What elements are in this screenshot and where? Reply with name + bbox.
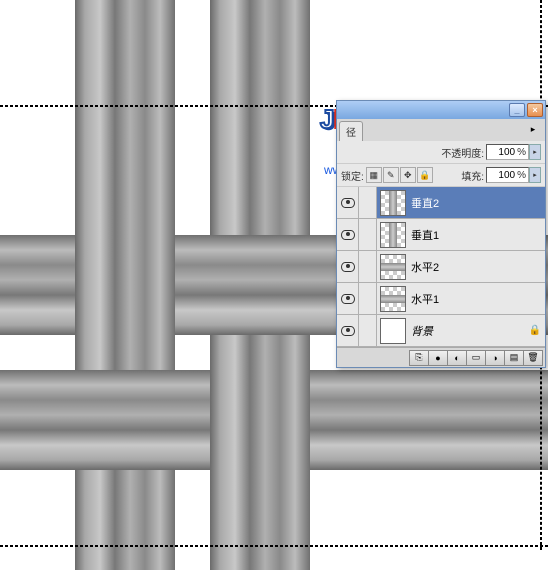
eye-icon bbox=[341, 326, 355, 336]
layer-name[interactable]: 垂直2 bbox=[409, 195, 545, 211]
fill-value[interactable] bbox=[487, 170, 517, 181]
opacity-label: 不透明度: bbox=[441, 145, 484, 160]
layer-list: 垂直2 垂直1 水平2 水平1 背景 🔒 bbox=[337, 187, 545, 347]
layer-name[interactable]: 水平2 bbox=[409, 259, 545, 275]
pipe-vertical-1 bbox=[75, 0, 175, 570]
panel-tabs: 径 ▸ bbox=[337, 119, 545, 141]
pipe-weave-1 bbox=[190, 235, 330, 335]
lock-icon: 🔒 bbox=[525, 325, 545, 336]
layer-row[interactable]: 垂直1 bbox=[337, 219, 545, 251]
visibility-toggle[interactable] bbox=[337, 251, 359, 282]
opacity-slider-button[interactable]: ▸ bbox=[529, 144, 541, 160]
opacity-row: 不透明度: % ▸ bbox=[337, 141, 545, 164]
layer-row[interactable]: 水平2 bbox=[337, 251, 545, 283]
new-layer-button[interactable]: ▤ bbox=[504, 350, 524, 366]
visibility-toggle[interactable] bbox=[337, 219, 359, 250]
link-column[interactable] bbox=[359, 251, 377, 282]
lock-position-icon[interactable]: ✥ bbox=[400, 167, 416, 183]
fill-slider-button[interactable]: ▸ bbox=[529, 167, 541, 183]
layer-name[interactable]: 垂直1 bbox=[409, 227, 545, 243]
adjustment-layer-button[interactable]: ◑ bbox=[485, 350, 505, 366]
layer-style-button[interactable]: ● bbox=[428, 350, 448, 366]
layer-name[interactable]: 水平1 bbox=[409, 291, 545, 307]
delete-layer-button[interactable]: 🗑 bbox=[523, 350, 543, 366]
link-column[interactable] bbox=[359, 187, 377, 218]
link-layers-button[interactable]: ⎘ bbox=[409, 350, 429, 366]
link-column[interactable] bbox=[359, 315, 377, 346]
lock-row: 锁定: ▦ ✎ ✥ 🔒 填充: % ▸ bbox=[337, 164, 545, 187]
panel-footer: ⎘ ● ◐ ▭ ◑ ▤ 🗑 bbox=[337, 347, 545, 367]
layer-row[interactable]: 水平1 bbox=[337, 283, 545, 315]
layer-thumbnail[interactable] bbox=[380, 318, 406, 344]
layer-row-background[interactable]: 背景 🔒 bbox=[337, 315, 545, 347]
visibility-toggle[interactable] bbox=[337, 315, 359, 346]
panel-menu-button[interactable]: ▸ bbox=[523, 121, 543, 137]
pipe-weave-2 bbox=[55, 370, 195, 470]
eye-icon bbox=[341, 262, 355, 272]
layer-row[interactable]: 垂直2 bbox=[337, 187, 545, 219]
new-group-button[interactable]: ▭ bbox=[466, 350, 486, 366]
layer-name[interactable]: 背景 bbox=[409, 323, 525, 339]
fill-label: 填充: bbox=[461, 168, 484, 183]
opacity-input[interactable]: % bbox=[486, 144, 529, 160]
eye-icon bbox=[341, 198, 355, 208]
layer-thumbnail[interactable] bbox=[380, 286, 406, 312]
lock-pixels-icon[interactable]: ✎ bbox=[383, 167, 399, 183]
panel-titlebar[interactable]: _ × bbox=[337, 101, 545, 119]
lock-transparency-icon[interactable]: ▦ bbox=[366, 167, 382, 183]
layers-panel[interactable]: _ × 径 ▸ 不透明度: % ▸ 锁定: ▦ ✎ ✥ 🔒 填充: % ▸ bbox=[336, 100, 546, 368]
selection-guide-bottom bbox=[0, 545, 548, 547]
visibility-toggle[interactable] bbox=[337, 283, 359, 314]
link-column[interactable] bbox=[359, 283, 377, 314]
lock-label: 锁定: bbox=[341, 168, 364, 183]
pipe-weave-3 bbox=[320, 370, 548, 470]
lock-all-icon[interactable]: 🔒 bbox=[417, 167, 433, 183]
panel-minimize-button[interactable]: _ bbox=[509, 103, 525, 117]
opacity-value[interactable] bbox=[487, 147, 517, 158]
fill-input[interactable]: % bbox=[486, 167, 529, 183]
link-column[interactable] bbox=[359, 219, 377, 250]
panel-close-button[interactable]: × bbox=[527, 103, 543, 117]
visibility-toggle[interactable] bbox=[337, 187, 359, 218]
layer-mask-button[interactable]: ◐ bbox=[447, 350, 467, 366]
layer-thumbnail[interactable] bbox=[380, 254, 406, 280]
layer-thumbnail[interactable] bbox=[380, 190, 406, 216]
eye-icon bbox=[341, 230, 355, 240]
tab-paths[interactable]: 径 bbox=[339, 121, 363, 141]
eye-icon bbox=[341, 294, 355, 304]
layer-thumbnail[interactable] bbox=[380, 222, 406, 248]
